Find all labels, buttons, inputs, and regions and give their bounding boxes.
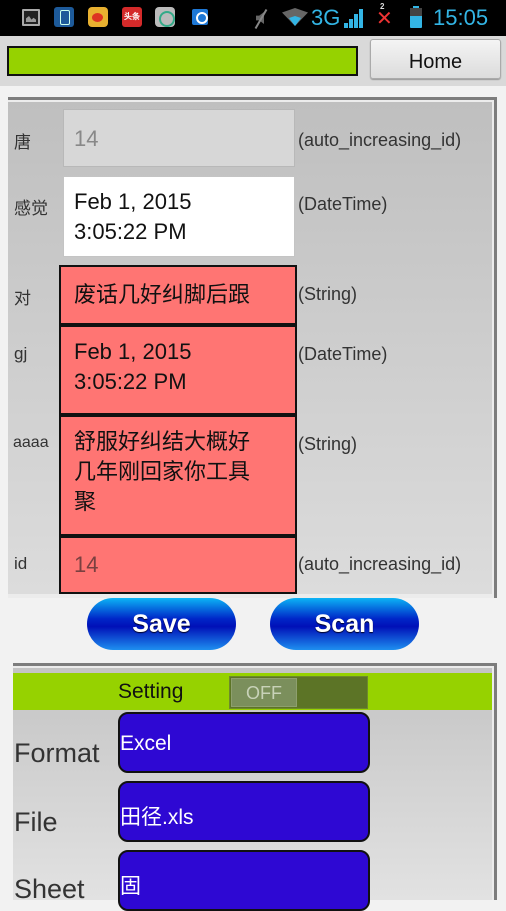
- field-label: id: [14, 554, 28, 573]
- app-icon: [155, 7, 175, 27]
- datetime-input[interactable]: Feb 1, 2015 3:05:22 PM: [63, 176, 295, 257]
- field-label: 对: [14, 289, 31, 308]
- id-input[interactable]: 14: [59, 536, 297, 594]
- field-type: (DateTime): [298, 344, 388, 364]
- toggle-knob: OFF: [231, 678, 297, 707]
- date-text: Feb 1, 2015: [74, 339, 192, 364]
- status-bar: 头条 3G 2 ✕ 15:05: [0, 0, 506, 36]
- sim-badge: 2: [380, 2, 385, 11]
- field-label: 感觉: [14, 199, 48, 218]
- settings-title: Setting: [118, 680, 184, 703]
- no-sim-icon: 2 ✕: [376, 2, 393, 38]
- wifi-icon: [282, 8, 308, 28]
- field-type: (DateTime): [298, 194, 388, 214]
- mute-icon: [252, 8, 270, 28]
- weibo-icon: [88, 7, 108, 27]
- record-panel: 唐 14 (auto_increasing_id) 感觉 Feb 1, 2015…: [8, 97, 497, 598]
- progress-bar: [7, 46, 358, 76]
- top-bar: Home: [0, 36, 506, 86]
- phone-app-icon: [54, 7, 74, 27]
- field-label: gj: [14, 344, 28, 363]
- field-label: aaaa: [13, 434, 49, 451]
- q-app-icon: [192, 9, 208, 25]
- file-input[interactable]: 田径.xls: [118, 781, 370, 842]
- field-label: 唐: [14, 133, 31, 152]
- field-input-disabled: 14: [63, 109, 295, 167]
- text-line: 舒服好纠结大概好: [74, 429, 251, 454]
- format-select[interactable]: Excel: [118, 712, 370, 773]
- string-input[interactable]: 废话几好纠脚后跟: [59, 265, 297, 325]
- text-line: 几年刚回家你工具: [74, 459, 251, 484]
- signal-icon: [344, 8, 366, 28]
- clock: 15:05: [433, 5, 489, 30]
- home-button[interactable]: Home: [370, 39, 501, 79]
- file-label: File: [14, 807, 58, 837]
- settings-panel: Setting OFF Format Excel File 田径.xls She…: [13, 663, 497, 911]
- date-text: Feb 1, 2015: [74, 189, 192, 214]
- sheet-label: Sheet: [14, 874, 85, 904]
- gallery-icon: [22, 9, 40, 26]
- field-type: (auto_increasing_id): [298, 554, 462, 574]
- news-app-icon: 头条: [122, 7, 142, 27]
- settings-header: Setting OFF: [13, 673, 492, 710]
- text-line: 聚: [74, 489, 97, 514]
- time-text: 3:05:22 PM: [74, 369, 187, 394]
- settings-toggle[interactable]: OFF: [229, 676, 368, 709]
- field-type: (String): [298, 284, 358, 304]
- settings-form: Setting OFF Format Excel File 田径.xls She…: [13, 668, 492, 911]
- battery-charging-icon: [410, 6, 422, 28]
- scan-button[interactable]: Scan: [270, 598, 419, 650]
- sheet-input[interactable]: 固: [118, 850, 370, 911]
- format-label: Format: [14, 738, 100, 768]
- field-type: (String): [298, 434, 358, 454]
- datetime-input[interactable]: Feb 1, 2015 3:05:22 PM: [59, 325, 297, 415]
- field-type: (auto_increasing_id): [298, 130, 462, 150]
- save-button[interactable]: Save: [87, 598, 236, 650]
- record-form: 唐 14 (auto_increasing_id) 感觉 Feb 1, 2015…: [8, 102, 492, 594]
- time-text: 3:05:22 PM: [74, 219, 187, 244]
- string-input[interactable]: 舒服好纠结大概好 几年刚回家你工具 聚: [59, 415, 297, 536]
